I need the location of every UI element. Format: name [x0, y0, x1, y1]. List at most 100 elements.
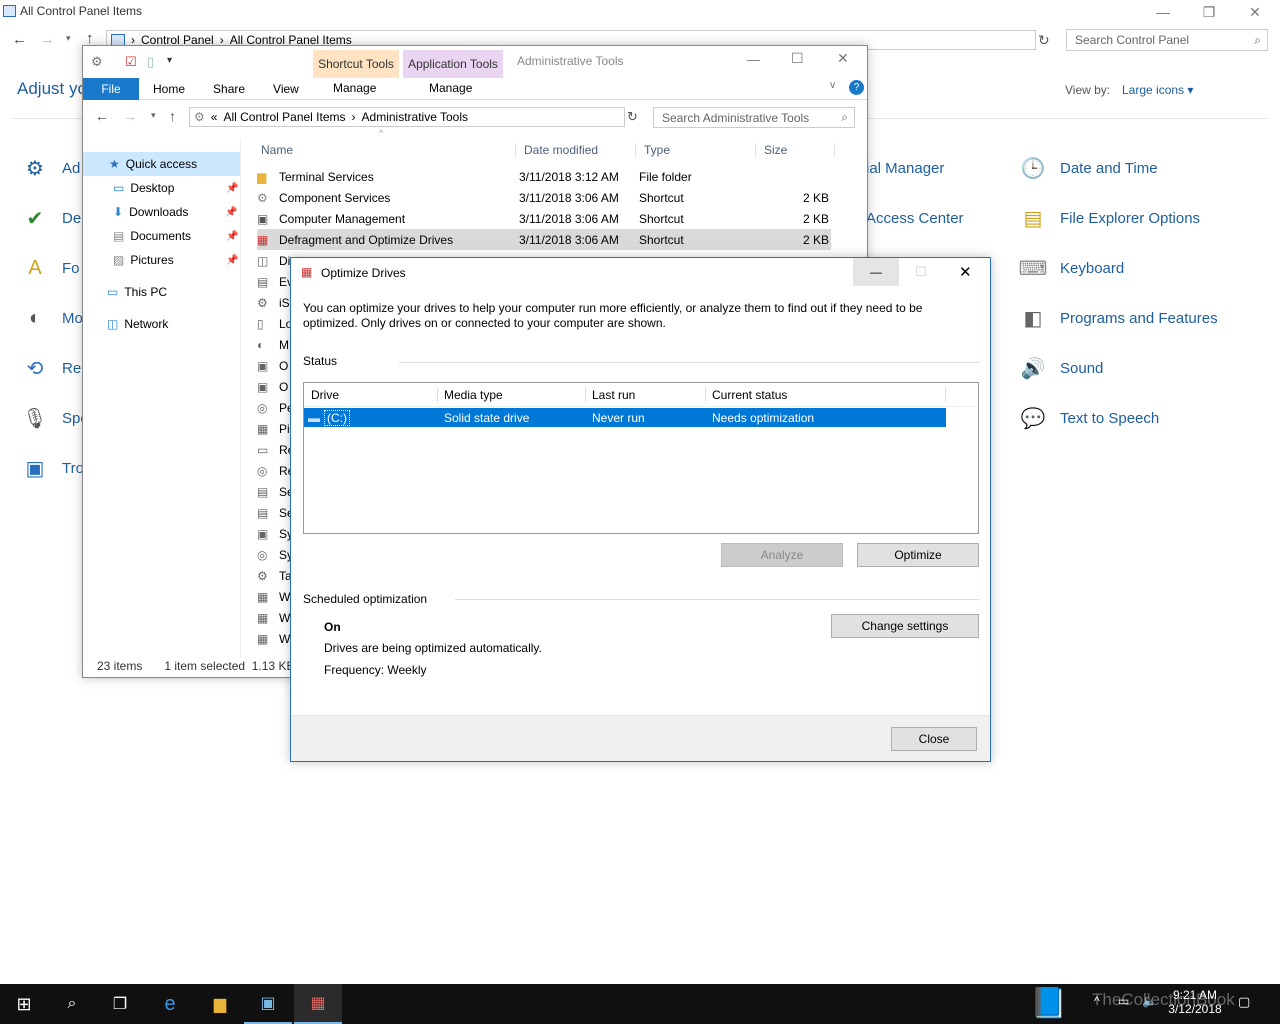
- new-folder-icon[interactable]: ▯: [147, 54, 154, 70]
- col-media-type[interactable]: Media type: [438, 387, 586, 402]
- refresh-icon[interactable]: ↻: [1038, 32, 1050, 49]
- cp-item[interactable]: ⚙ Ad: [20, 150, 89, 186]
- cp-item-label: File Explorer Options: [1060, 209, 1201, 227]
- nav-downloads[interactable]: ⬇ Downloads 📌: [83, 200, 240, 224]
- cp-item-file-explorer-options[interactable]: ▤ File Explorer Options: [1018, 200, 1218, 236]
- start-button[interactable]: ⊞: [0, 984, 48, 1024]
- tab-manage-application[interactable]: Manage: [429, 81, 472, 95]
- cp-item-keyboard[interactable]: ⌨ Keyboard: [1018, 250, 1218, 286]
- nav-desktop[interactable]: ▭ Desktop 📌: [83, 176, 240, 200]
- application-tools-tab[interactable]: Application Tools: [403, 50, 503, 78]
- minimize-icon[interactable]: —: [747, 52, 760, 67]
- optimize-button[interactable]: Optimize: [857, 543, 979, 567]
- row-size: 2 KB: [802, 211, 829, 226]
- qat-dropdown-icon[interactable]: ▾: [167, 55, 172, 66]
- change-settings-button[interactable]: Change settings: [831, 614, 979, 638]
- back-arrow-icon[interactable]: ←: [95, 108, 109, 124]
- sort-arrow-icon: ^: [379, 128, 384, 138]
- internet-explorer-button[interactable]: e: [146, 984, 194, 1024]
- control-panel-button[interactable]: ▣: [244, 984, 292, 1024]
- network-tray-icon[interactable]: ▭: [1118, 994, 1129, 1008]
- view-by-dropdown[interactable]: Large icons ▾: [1122, 83, 1193, 97]
- col-type[interactable]: Type: [635, 143, 755, 157]
- tab-file[interactable]: File: [83, 77, 139, 100]
- volume-muted-icon[interactable]: 🔈: [1142, 994, 1157, 1008]
- tray-chevron-icon[interactable]: ^: [1094, 994, 1100, 1008]
- cp-item[interactable]: ✔ De: [20, 200, 89, 236]
- table-row[interactable]: ⚙ Component Services 3/11/2018 3:06 AM S…: [257, 187, 831, 208]
- nav-documents[interactable]: ▤ Documents 📌: [83, 224, 240, 248]
- close-icon[interactable]: ✕: [837, 50, 849, 67]
- cp-item[interactable]: A Fo: [20, 250, 89, 286]
- cp-item[interactable]: ial Manager: [866, 150, 964, 186]
- breadcrumb-item[interactable]: All Control Panel Items: [223, 110, 345, 124]
- cp-item[interactable]: 🎙 Spe: [20, 400, 88, 436]
- refresh-icon[interactable]: ↻: [627, 109, 638, 125]
- back-arrow-icon[interactable]: ←: [12, 31, 27, 48]
- task-view-button[interactable]: ❐: [96, 984, 144, 1024]
- breadcrumb-item[interactable]: Administrative Tools: [362, 110, 469, 124]
- search-input[interactable]: Search Control Panel ⌕: [1066, 29, 1268, 51]
- cp-item-text-to-speech[interactable]: 💬 Text to Speech: [1018, 400, 1218, 436]
- cp-item-sound[interactable]: 🔊 Sound: [1018, 350, 1218, 386]
- cp-item[interactable]: ▣ Tro: [20, 450, 89, 486]
- clock[interactable]: 9:21 AM 3/12/2018: [1166, 988, 1224, 1016]
- checkmark-icon[interactable]: ☑: [125, 54, 137, 70]
- tab-view[interactable]: View: [259, 78, 313, 100]
- cp-items-mid: ial Manager Access Center: [866, 150, 964, 236]
- minimize-button[interactable]: —: [853, 258, 899, 286]
- shortcut-tools-tab[interactable]: Shortcut Tools: [313, 50, 399, 78]
- expand-ribbon-icon[interactable]: ∨: [829, 80, 836, 91]
- minimize-button[interactable]: —: [1140, 0, 1186, 24]
- tab-share[interactable]: Share: [199, 78, 259, 100]
- chevron-down-icon: ▾: [1187, 83, 1194, 97]
- table-row[interactable]: ▣ Computer Management 3/11/2018 3:06 AM …: [257, 208, 831, 229]
- col-date[interactable]: Date modified: [515, 143, 635, 157]
- help-icon[interactable]: ?: [849, 80, 864, 95]
- overflow-chevron[interactable]: «: [211, 110, 218, 124]
- explorer-address-bar[interactable]: ⚙ « All Control Panel Items › Administra…: [189, 107, 625, 127]
- col-last-run[interactable]: Last run: [586, 387, 706, 402]
- cp-item-programs-features[interactable]: ◧ Programs and Features: [1018, 300, 1218, 336]
- drives-list[interactable]: Drive Media type Last run Current status…: [303, 382, 979, 534]
- properties-icon[interactable]: ⚙: [91, 54, 103, 70]
- explorer-search-input[interactable]: Search Administrative Tools ⌕: [653, 107, 855, 128]
- drive-media: Solid state drive: [444, 410, 530, 425]
- cp-item-date-time[interactable]: 🕒 Date and Time: [1018, 150, 1218, 186]
- nav-quick-access[interactable]: ★ Quick access: [83, 152, 240, 176]
- recent-chevron-icon[interactable]: ▾: [66, 33, 71, 44]
- close-button[interactable]: ✕: [1232, 0, 1278, 24]
- col-size[interactable]: Size: [755, 143, 835, 157]
- search-button[interactable]: ⌕: [48, 984, 96, 1024]
- col-name[interactable]: Name: [253, 143, 515, 157]
- file-explorer-button[interactable]: ▆: [196, 984, 244, 1024]
- dialog-description: You can optimize your drives to help you…: [303, 301, 923, 330]
- recent-chevron-icon[interactable]: ▾: [151, 110, 156, 121]
- table-row[interactable]: ▆ Terminal Services 3/11/2018 3:12 AM Fi…: [257, 166, 831, 187]
- close-icon[interactable]: ✕: [959, 263, 972, 281]
- up-arrow-icon[interactable]: ↑: [169, 108, 176, 124]
- analyze-button[interactable]: Analyze: [721, 543, 843, 567]
- col-drive[interactable]: Drive: [304, 387, 438, 402]
- close-dialog-button[interactable]: Close: [891, 727, 977, 751]
- nav-this-pc[interactable]: ▭ This PC: [83, 280, 240, 304]
- maximize-icon[interactable]: ☐: [791, 50, 804, 67]
- optimize-drives-taskbar-button[interactable]: ▦: [294, 984, 342, 1024]
- cp-item[interactable]: ◐ Mo: [20, 300, 89, 336]
- table-row-selected[interactable]: ▦ Defragment and Optimize Drives 3/11/20…: [257, 229, 831, 250]
- tab-manage-shortcut[interactable]: Manage: [333, 81, 376, 95]
- row-type: Shortcut: [639, 190, 684, 205]
- forward-arrow-icon[interactable]: →: [40, 31, 55, 48]
- tab-home[interactable]: Home: [139, 78, 199, 100]
- col-current-status[interactable]: Current status: [706, 387, 946, 402]
- nav-label: Quick access: [125, 157, 198, 171]
- forward-arrow-icon[interactable]: →: [123, 108, 137, 124]
- restore-button[interactable]: ❐: [1186, 0, 1232, 24]
- notification-icon[interactable]: ▢: [1238, 994, 1250, 1010]
- cp-item[interactable]: Access Center: [866, 200, 964, 236]
- cp-item[interactable]: ⟲ Re: [20, 350, 89, 386]
- nav-network[interactable]: ◫ Network: [83, 312, 240, 336]
- nav-pictures[interactable]: ▨ Pictures 📌: [83, 248, 240, 272]
- drive-row-selected[interactable]: ▬ (C:) Solid state drive Never run Needs …: [304, 408, 946, 427]
- pin-icon: 📌: [226, 230, 239, 242]
